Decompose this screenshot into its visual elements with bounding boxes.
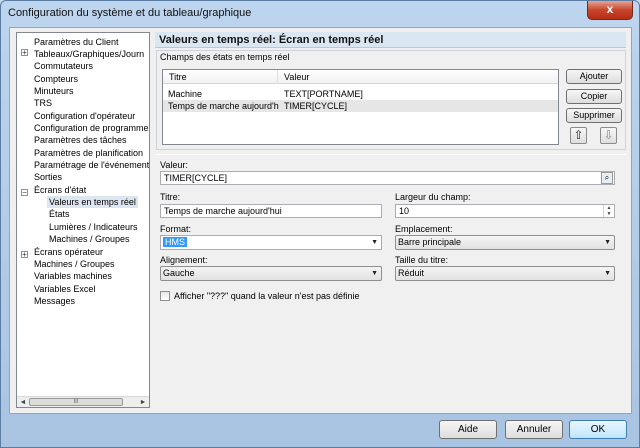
alignement-value: Gauche: [163, 268, 195, 278]
format-value: HMS: [163, 237, 187, 247]
emplacement-select[interactable]: Barre principale ▼: [395, 235, 615, 250]
dropdown-arrow-icon[interactable]: ▼: [604, 236, 611, 249]
cell-titre: Machine: [168, 89, 203, 99]
afficher-checkbox[interactable]: [160, 291, 170, 301]
tree-item[interactable]: Minuteurs: [34, 85, 74, 97]
titre-field[interactable]: Temps de marche aujourd'hui: [160, 204, 382, 218]
tree-item[interactable]: Paramètres de planification: [34, 147, 143, 159]
scroll-right-icon[interactable]: ►: [138, 398, 148, 407]
scroll-thumb[interactable]: III: [29, 398, 123, 406]
cell-valeur: TIMER[CYCLE]: [284, 101, 348, 111]
list-row[interactable]: Machine TEXT[PORTNAME]: [163, 88, 558, 100]
ok-button[interactable]: OK: [569, 420, 627, 439]
valeur-label: Valeur:: [160, 160, 188, 170]
tree-item[interactable]: Lumières / Indicateurs: [49, 221, 138, 233]
aide-button[interactable]: Aide: [439, 420, 497, 439]
largeur-text: 10: [399, 206, 410, 216]
format-combo[interactable]: HMS ▼: [160, 235, 382, 250]
tree-item-selected[interactable]: Valeurs en temps réel: [47, 196, 138, 208]
tree-horizontal-scrollbar[interactable]: ◄ III ►: [17, 396, 149, 407]
format-label: Format:: [160, 224, 192, 234]
annuler-button[interactable]: Annuler: [505, 420, 563, 439]
cell-titre: Temps de marche aujourd'hui: [168, 101, 279, 111]
config-window: Configuration du système et du tableau/g…: [0, 0, 640, 448]
supprimer-button[interactable]: Supprimer: [566, 108, 622, 123]
dropdown-arrow-icon[interactable]: ▼: [371, 236, 378, 249]
list-row-selected[interactable]: Temps de marche aujourd'hui TIMER[CYCLE]: [163, 100, 558, 112]
panel-header: Valeurs en temps réel: Écran en temps ré…: [155, 32, 626, 48]
tree-item[interactable]: Configuration de programme: [34, 122, 149, 134]
valeur-field[interactable]: TIMER[CYCLE] ⌕: [160, 171, 615, 185]
dialog-client: + − + Paramètres du Client Tableaux/Grap…: [9, 27, 632, 414]
settings-tree[interactable]: + − + Paramètres du Client Tableaux/Grap…: [16, 32, 150, 408]
tree-item[interactable]: Paramétrage de l'événement: [34, 159, 149, 171]
tree-item[interactable]: Commutateurs: [34, 60, 93, 72]
column-header-valeur[interactable]: Valeur: [278, 70, 558, 84]
tree-expand-icon[interactable]: +: [21, 251, 28, 259]
tree-item[interactable]: Messages: [34, 295, 75, 307]
browse-icon[interactable]: ⌕: [601, 172, 613, 184]
largeur-field[interactable]: 10 ▲ ▼: [395, 204, 615, 218]
scroll-left-icon[interactable]: ◄: [18, 398, 28, 407]
largeur-label: Largeur du champ:: [395, 192, 471, 202]
valeur-text: TIMER[CYCLE]: [164, 173, 228, 183]
tree-item[interactable]: Écrans d'état: [34, 184, 86, 196]
dropdown-arrow-icon[interactable]: ▼: [371, 267, 378, 280]
title-bar[interactable]: Configuration du système et du tableau/g…: [1, 1, 639, 25]
dropdown-arrow-icon[interactable]: ▼: [604, 267, 611, 280]
tree-item[interactable]: Variables machines: [34, 270, 112, 282]
cell-valeur: TEXT[PORTNAME]: [284, 89, 363, 99]
taille-label: Taille du titre:: [395, 255, 449, 265]
tree-item[interactable]: Paramètres du Client: [34, 36, 119, 48]
tree-collapse-icon[interactable]: −: [21, 189, 28, 197]
tree-item[interactable]: Compteurs: [34, 73, 78, 85]
taille-value: Réduit: [398, 268, 425, 278]
tree-item[interactable]: TRS: [34, 97, 52, 109]
emplacement-label: Emplacement:: [395, 224, 453, 234]
largeur-spinner[interactable]: ▲ ▼: [603, 205, 614, 217]
spin-down-icon[interactable]: ▼: [604, 211, 614, 217]
tree-item[interactable]: Écrans opérateur: [34, 246, 103, 258]
titre-label: Titre:: [160, 192, 181, 202]
list-header: Titre Valeur: [163, 70, 558, 84]
tree-item[interactable]: Machines / Groupes: [34, 258, 115, 270]
alignement-select[interactable]: Gauche ▼: [160, 266, 382, 281]
fields-list[interactable]: Titre Valeur Machine TEXT[PORTNAME] Temp…: [162, 69, 559, 145]
tree-item[interactable]: Sorties: [34, 171, 62, 183]
move-down-icon[interactable]: ⇩: [600, 127, 617, 144]
group-label: Champs des états en temps réel: [160, 52, 290, 62]
tree-item[interactable]: Paramètres des tâches: [34, 134, 127, 146]
separator: [156, 154, 626, 155]
tree-item[interactable]: Tableaux/Graphiques/Journ: [34, 48, 144, 60]
tree-item[interactable]: Variables Excel: [34, 283, 95, 295]
copier-button[interactable]: Copier: [566, 89, 622, 104]
column-header-titre[interactable]: Titre: [163, 70, 278, 84]
move-up-icon[interactable]: ⇧: [570, 127, 587, 144]
tree-item[interactable]: Configuration d'opérateur: [34, 110, 135, 122]
emplacement-value: Barre principale: [398, 237, 462, 247]
alignement-label: Alignement:: [160, 255, 208, 265]
taille-select[interactable]: Réduit ▼: [395, 266, 615, 281]
ajouter-button[interactable]: Ajouter: [566, 69, 622, 84]
window-title: Configuration du système et du tableau/g…: [8, 7, 252, 19]
afficher-label[interactable]: Afficher "???" quand la valeur n'est pas…: [174, 291, 360, 301]
fields-group: Champs des états en temps réel Titre Val…: [156, 50, 626, 150]
tree-item[interactable]: Machines / Groupes: [49, 233, 130, 245]
tree-expand-icon[interactable]: +: [21, 49, 28, 57]
close-button[interactable]: x: [587, 1, 633, 20]
tree-item[interactable]: États: [49, 208, 70, 220]
